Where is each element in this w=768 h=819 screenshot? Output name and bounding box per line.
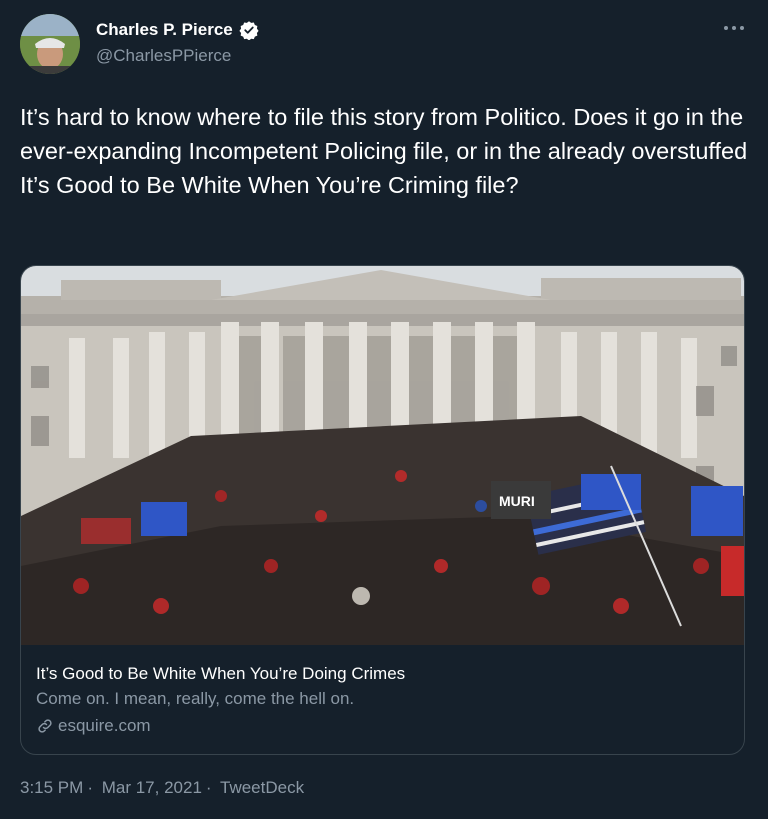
tweet-time[interactable]: 3:15 PM: [20, 778, 83, 797]
card-image: MURI: [21, 266, 744, 645]
meta-separator-2: ·: [205, 778, 212, 797]
tweet: Charles P. Pierce @CharlesPPierce It’s h…: [0, 0, 768, 819]
card-image-sign-text: MURI: [499, 493, 535, 509]
link-card[interactable]: MURI It’s Good to Be White When You’re D…: [20, 265, 745, 755]
tweet-text: It’s hard to know where to file this sto…: [20, 104, 748, 198]
tweet-meta: 3:15 PM · Mar 17, 2021 · TweetDeck: [20, 778, 308, 798]
name-row: Charles P. Pierce: [96, 20, 259, 40]
author-name[interactable]: Charles P. Pierce: [96, 20, 233, 40]
avatar[interactable]: [20, 14, 80, 74]
verified-badge-icon: [239, 21, 259, 40]
tweet-source[interactable]: TweetDeck: [220, 778, 304, 797]
link-icon: [38, 719, 52, 733]
tweet-header: Charles P. Pierce @CharlesPPierce: [20, 14, 748, 76]
author-handle[interactable]: @CharlesPPierce: [96, 46, 231, 66]
tweet-date[interactable]: Mar 17, 2021: [102, 778, 202, 797]
card-title[interactable]: It’s Good to Be White When You’re Doing …: [36, 664, 405, 684]
card-domain-text: esquire.com: [58, 716, 151, 735]
card-domain[interactable]: esquire.com: [36, 716, 151, 736]
more-dots-icon[interactable]: [720, 18, 748, 38]
card-description: Come on. I mean, really, come the hell o…: [36, 689, 355, 708]
meta-separator: ·: [87, 778, 93, 797]
